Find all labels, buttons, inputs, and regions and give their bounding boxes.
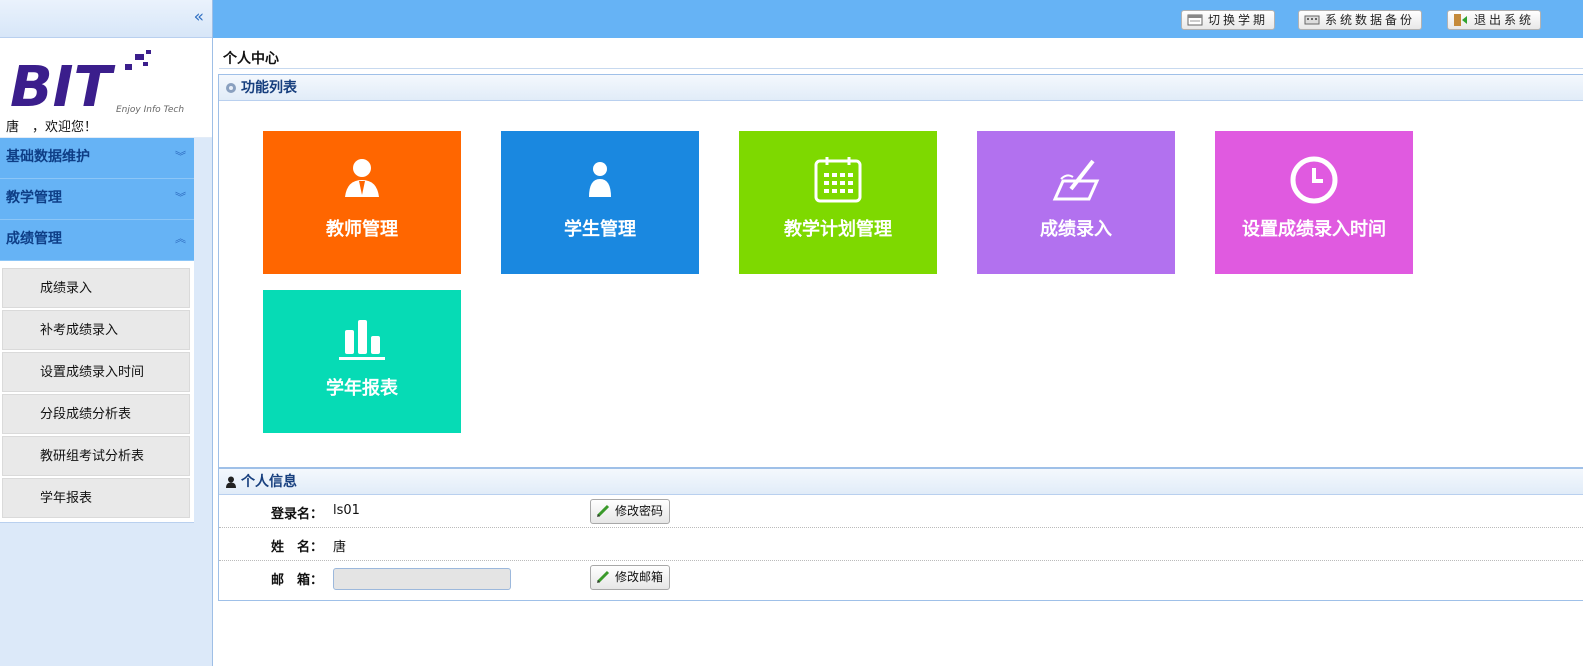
menu-label: 教学管理 — [6, 190, 62, 206]
logout-button[interactable]: 退出系统 — [1447, 10, 1542, 30]
tile-teacher-management[interactable]: 教师管理 — [263, 131, 461, 274]
submenu-grade-entry-time[interactable]: 设置成绩录入时间 — [2, 352, 190, 392]
page-title: 个人中心 — [223, 51, 279, 67]
menu-label: 基础数据维护 — [6, 149, 90, 165]
main-content: 个人中心 功能列表 教师管理 学生管理 教学计划管理 成绩录入 设置成绩录入时间… — [213, 38, 1583, 666]
function-list-panel: 功能列表 教师管理 学生管理 教学计划管理 成绩录入 设置成绩录入时间 学年报表 — [218, 74, 1583, 468]
svg-text:BIT: BIT — [10, 55, 116, 118]
submenu-group-exam-analysis[interactable]: 教研组考试分析表 — [2, 436, 190, 476]
tile-label: 教师管理 — [326, 219, 398, 240]
backup-data-button[interactable]: 系统数据备份 — [1298, 10, 1423, 30]
button-label: 切换学期 — [1208, 13, 1269, 27]
pen-tablet-icon — [1052, 159, 1100, 201]
login-label: 登录名： — [270, 507, 323, 522]
tile-grade-entry[interactable]: 成绩录入 — [977, 131, 1175, 274]
submenu-annual-report[interactable]: 学年报表 — [2, 478, 190, 518]
email-row: 邮 箱： 修改邮箱 — [219, 561, 1583, 594]
personal-info-panel: 个人信息 登录名： ls01 修改密码 姓 名： 唐 邮 箱： 修改邮箱 — [218, 468, 1583, 601]
tile-grade-entry-time[interactable]: 设置成绩录入时间 — [1215, 131, 1413, 274]
button-label: 修改邮箱 — [615, 570, 664, 584]
clock-icon — [1290, 156, 1338, 204]
svg-text:Enjoy Info Tech: Enjoy Info Tech — [116, 105, 184, 115]
panel-title: 个人信息 — [241, 474, 297, 490]
user-icon — [226, 476, 236, 488]
name-row: 姓 名： 唐 — [219, 528, 1583, 561]
button-label: 修改密码 — [615, 504, 664, 518]
grades-submenu: 成绩录入 补考成绩录入 设置成绩录入时间 分段成绩分析表 教研组考试分析表 学年… — [0, 261, 194, 523]
chevron-down-icon: ︾ — [175, 150, 186, 163]
menu-teaching[interactable]: 教学管理 ︾ — [0, 179, 194, 220]
pencil-icon — [596, 504, 610, 518]
email-input[interactable] — [333, 568, 511, 590]
button-label: 系统数据备份 — [1325, 13, 1416, 27]
gear-icon — [226, 83, 236, 93]
bit-logo: BIT Enjoy Info Tech — [10, 50, 184, 118]
panel-header: 个人信息 — [219, 469, 1583, 495]
name-label: 姓 名： — [270, 540, 323, 555]
welcome-text: 唐 ，欢迎您！ — [6, 120, 98, 135]
tile-student-management[interactable]: 学生管理 — [501, 131, 699, 274]
student-icon — [589, 162, 611, 197]
submenu-makeup-grade-entry[interactable]: 补考成绩录入 — [2, 310, 190, 350]
sidebar-header: « — [0, 0, 212, 38]
tile-teaching-plan-management[interactable]: 教学计划管理 — [739, 131, 937, 274]
panel-title: 功能列表 — [241, 80, 297, 96]
menu-basic-data[interactable]: 基础数据维护 ︾ — [0, 138, 194, 179]
change-email-button[interactable]: 修改邮箱 — [590, 565, 671, 590]
submenu-segment-analysis[interactable]: 分段成绩分析表 — [2, 394, 190, 434]
top-bar: 切换学期 系统数据备份 退出系统 — [213, 0, 1583, 38]
menu-grades[interactable]: 成绩管理 ︽ — [0, 220, 194, 261]
switch-semester-button[interactable]: 切换学期 — [1181, 10, 1276, 30]
tile-label: 设置成绩录入时间 — [1242, 219, 1386, 240]
pencil-icon — [596, 570, 610, 584]
login-row: 登录名： ls01 修改密码 — [219, 495, 1583, 528]
panel-header: 功能列表 — [219, 75, 1583, 101]
sidebar: « BIT Enjoy Info Tech 唐 ，欢迎您！ 基础数据维护 ︾ 教… — [0, 0, 213, 666]
email-label: 邮 箱： — [270, 573, 323, 588]
teacher-icon — [345, 159, 379, 197]
chevron-up-icon: ︽ — [175, 232, 186, 245]
calendar-icon — [814, 157, 862, 203]
keyboard-icon — [1304, 15, 1320, 25]
menu-label: 成绩管理 — [6, 231, 62, 247]
change-password-button[interactable]: 修改密码 — [590, 499, 671, 524]
tile-annual-report[interactable]: 学年报表 — [263, 290, 461, 433]
bar-chart-icon — [339, 320, 385, 360]
calendar-icon — [1187, 14, 1203, 26]
logo-area: BIT Enjoy Info Tech 唐 ，欢迎您！ — [0, 38, 212, 138]
name-value: 唐 — [333, 540, 347, 555]
tile-label: 教学计划管理 — [784, 219, 892, 240]
tile-label: 学年报表 — [326, 378, 398, 399]
tile-label: 成绩录入 — [1040, 219, 1112, 240]
collapse-sidebar-icon[interactable]: « — [194, 8, 204, 26]
tile-label: 学生管理 — [564, 219, 636, 240]
login-value: ls01 — [333, 503, 360, 518]
chevron-down-icon: ︾ — [175, 191, 186, 204]
title-divider — [219, 68, 1583, 69]
submenu-grade-entry[interactable]: 成绩录入 — [2, 268, 190, 308]
button-label: 退出系统 — [1474, 13, 1535, 27]
exit-door-icon — [1454, 14, 1467, 26]
